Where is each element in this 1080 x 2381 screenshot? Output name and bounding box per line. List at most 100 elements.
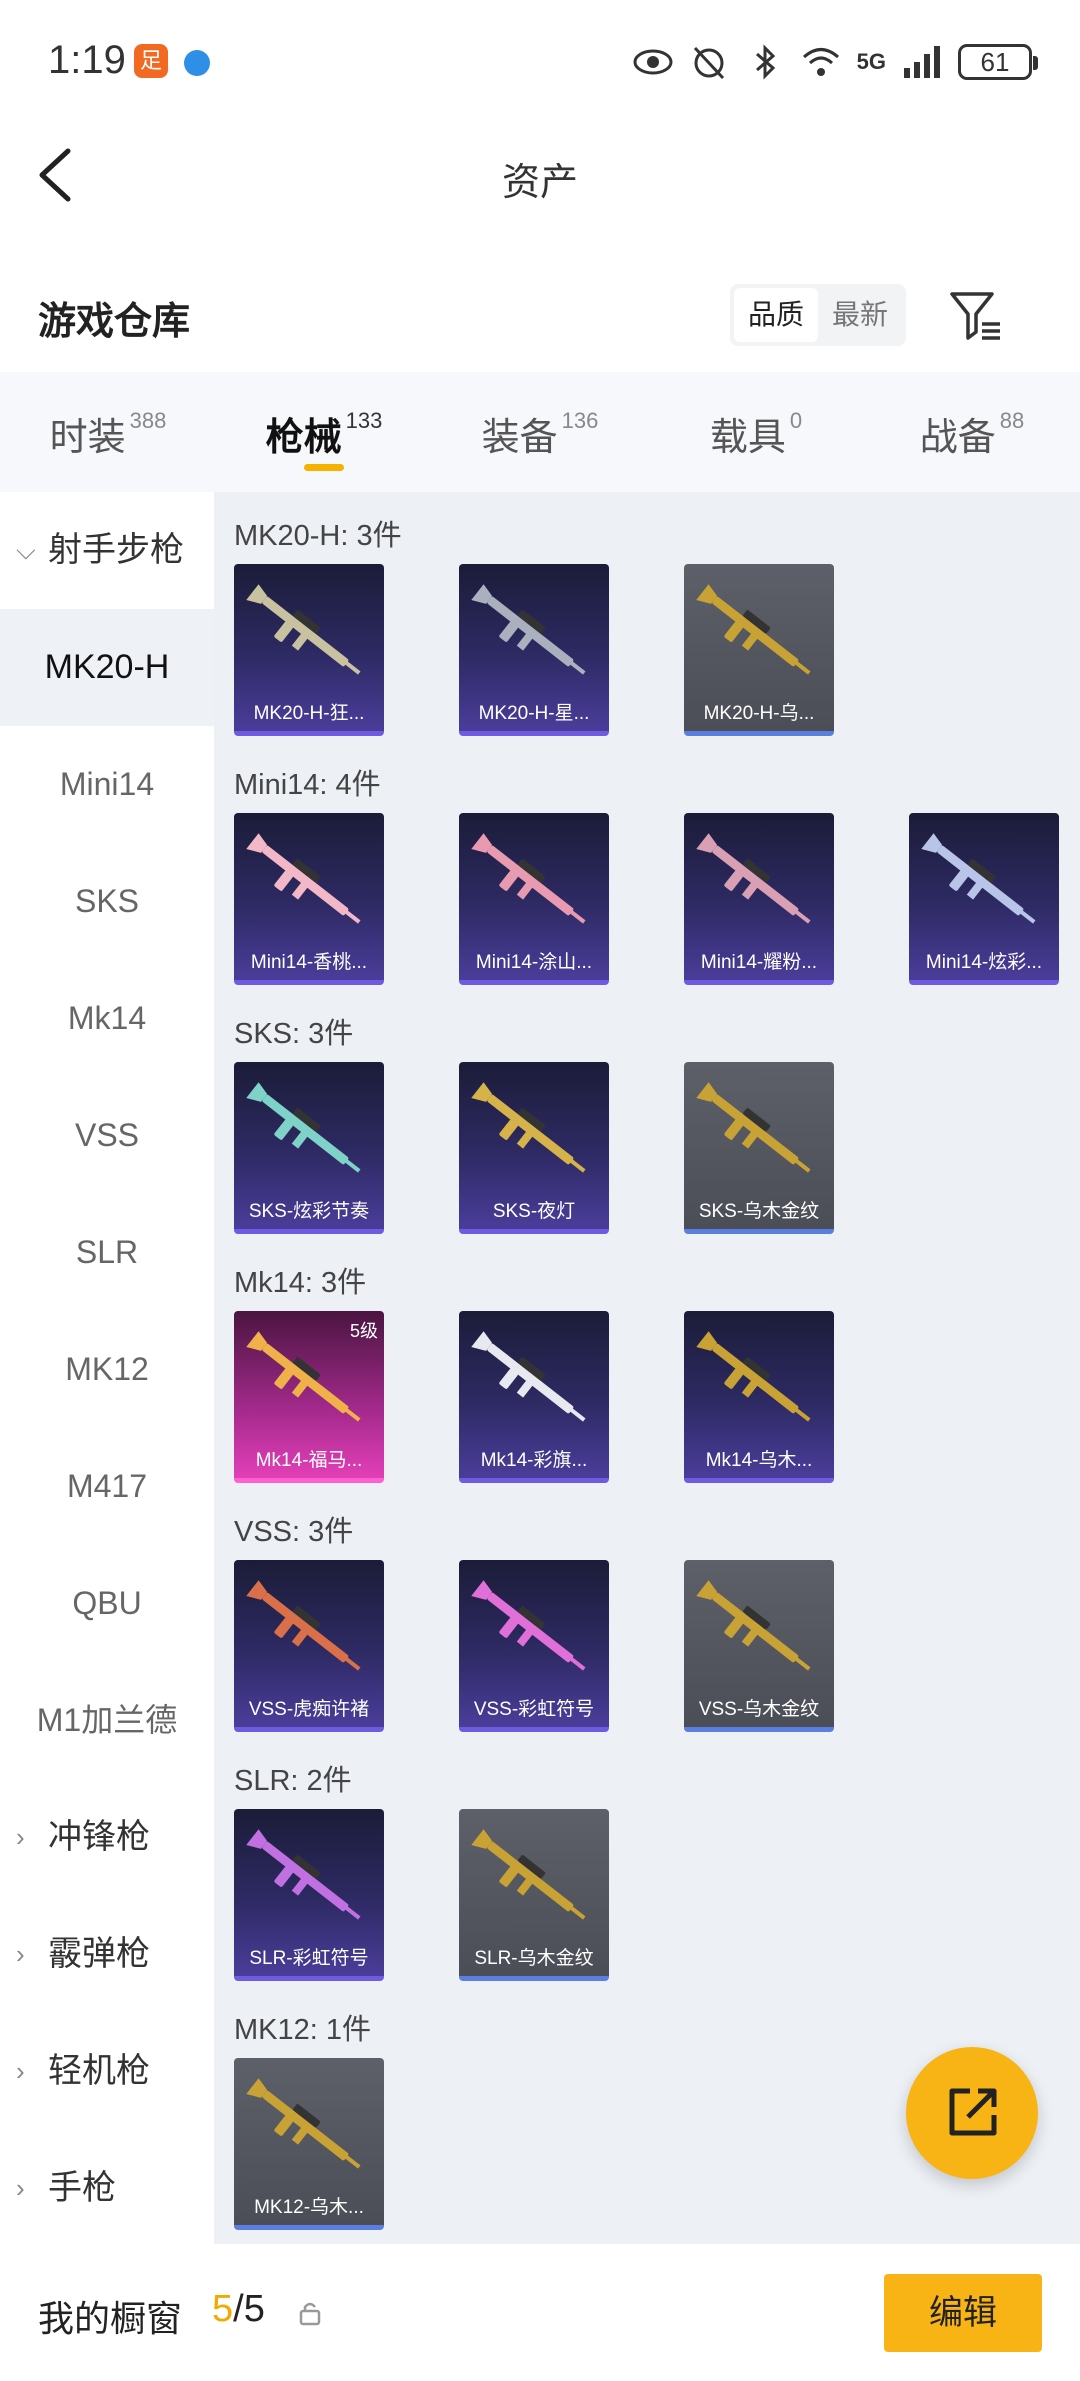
tab-label: 时装 [49,417,126,459]
rifle-icon [696,1580,811,1671]
app-notification-icon: 足 [134,44,168,78]
page-title: 资产 [501,162,578,204]
sidebar-group-lmg[interactable]: › 轻机枪 [0,2013,214,2130]
filter-icon[interactable] [948,288,1004,344]
edit-button[interactable]: 编辑 [884,2274,1042,2352]
weapon-skin-card[interactable]: Mini14-炫彩... [909,813,1059,985]
sidebar-item-vss[interactable]: VSS [0,1077,214,1194]
sidebar-item-m417[interactable]: M417 [0,1428,214,1545]
weapon-skin-card[interactable]: SKS-炫彩节奏 [234,1062,384,1234]
weapon-skin-name: Mk14-福马... [255,1450,363,1471]
weapon-skin-card[interactable]: MK12-乌木... [234,2058,384,2230]
status-bar: 1:19 足 5G 61 [0,0,1080,125]
weapon-skin-card[interactable]: SKS-夜灯 [459,1062,609,1234]
network-type-label: 5G [856,49,886,74]
rifle-icon [696,833,811,924]
weapon-skin-card[interactable]: VSS-乌木金纹 [684,1560,834,1732]
sidebar-item-mk14[interactable]: Mk14 [0,960,214,1077]
sidebar-group-label: 射手步枪 [48,531,184,569]
chevron-right-icon: › [16,2173,25,2203]
sort-newest-button[interactable]: 最新 [818,288,902,342]
tab-firearms[interactable]: 枪械 133 [216,372,432,492]
rifle-icon [696,1082,811,1173]
weapon-skin-name: SKS-乌木金纹 [698,1201,820,1222]
weapon-skin-card[interactable]: Mini14-香桃... [234,813,384,985]
rifle-icon [246,833,361,924]
weapon-skin-card[interactable]: Mk14-乌木... [684,1311,834,1483]
category-tabs: 时装 388 枪械 133 装备 136 载具 0 战备 88 [0,372,1080,492]
weapon-skin-name: SKS-夜灯 [492,1201,576,1222]
sidebar-item-sks[interactable]: SKS [0,843,214,960]
weapon-skin-card[interactable]: SLR-彩虹符号 [234,1809,384,1981]
rifle-icon [921,833,1036,924]
showcase-count: 5/5 [212,2288,265,2331]
rifle-icon [471,1331,586,1422]
rifle-icon [246,1082,361,1173]
sidebar-item-qbu[interactable]: QBU [0,1545,214,1662]
sidebar-group-smg[interactable]: › 冲锋枪 [0,1779,214,1896]
tab-count: 133 [345,408,383,433]
active-tab-indicator [304,464,344,471]
sidebar-item-mini14[interactable]: Mini14 [0,726,214,843]
tab-count: 388 [129,408,167,433]
tab-vehicles[interactable]: 载具 0 [648,372,864,492]
rifle-icon [471,833,586,924]
weapon-skin-name: Mini14-香桃... [250,952,368,973]
weapon-skin-card[interactable]: Mini14-涂山... [459,813,609,985]
sidebar-item-m1-garand[interactable]: M1加兰德 [0,1662,214,1779]
weapon-skin-name: MK20-H-乌... [703,703,815,724]
alarm-off-icon [693,46,724,80]
weapon-skin-card[interactable]: SKS-乌木金纹 [684,1062,834,1234]
group-label: MK12: 1件 [234,2014,371,2046]
showcase-current: 5 [212,2288,234,2330]
weapon-skin-grid: MK20-H: 3件 MK20-H-狂... MK20-H-星... MK20-H-乌… [214,492,1080,2244]
sidebar-item-slr[interactable]: SLR [0,1194,214,1311]
weapon-skin-card[interactable]: Mk14-彩旗... [459,1311,609,1483]
status-time: 1:19 [48,38,126,82]
weapon-skin-card[interactable]: VSS-虎痴许褚 [234,1560,384,1732]
tab-count: 88 [999,408,1025,433]
weapon-skin-name: Mini14-炫彩... [925,952,1043,973]
tab-equipment[interactable]: 装备 136 [432,372,648,492]
weapon-skin-card[interactable]: 5级 Mk14-福马... [234,1311,384,1483]
tab-label: 装备 [481,417,558,459]
tab-fashion[interactable]: 时装 388 [0,372,216,492]
sidebar-item-mk12[interactable]: MK12 [0,1311,214,1428]
sidebar-group-marksman-rifles[interactable]: ⌵ 射手步枪 [0,492,214,609]
share-button[interactable] [906,2047,1038,2179]
weapon-skin-name: SLR-乌木金纹 [474,1948,594,1969]
weapon-skin-card[interactable]: Mini14-耀粉... [684,813,834,985]
rifle-icon [471,1082,586,1173]
tab-label: 枪械 [265,417,342,459]
group-label: Mk14: 3件 [234,1267,367,1299]
tab-supplies[interactable]: 战备 88 [864,372,1080,492]
weapon-skin-name: Mini14-耀粉... [700,952,818,973]
sidebar-group-pistol[interactable]: › 手枪 [0,2130,214,2247]
sidebar-group-shotgun[interactable]: › 霰弹枪 [0,1896,214,2013]
sidebar-group-label: 手枪 [48,2169,116,2207]
tab-count: 0 [789,408,803,433]
rifle-icon [246,1580,361,1671]
weapon-skin-card[interactable]: SLR-乌木金纹 [459,1809,609,1981]
weapon-skin-card[interactable]: MK20-H-狂... [234,564,384,736]
weapon-skin-card[interactable]: VSS-彩虹符号 [459,1560,609,1732]
chevron-right-icon: › [16,1822,25,1852]
weapon-skin-name: MK12-乌木... [254,2197,364,2218]
warehouse-header: 游戏仓库 品质 最新 [0,270,1080,360]
title-bar: 资产 [0,125,1080,225]
tab-label: 战备 [919,417,996,459]
rifle-icon [471,584,586,675]
weapon-skin-card[interactable]: MK20-H-星... [459,564,609,736]
rifle-icon [696,1331,811,1422]
sort-quality-button[interactable]: 品质 [734,288,818,342]
battery-indicator: 61 [958,44,1038,80]
tab-count: 136 [561,408,599,433]
rifle-icon [246,584,361,675]
section-title: 游戏仓库 [38,301,191,343]
weapon-skin-name: Mk14-乌木... [705,1450,813,1471]
rifle-icon [246,2078,361,2169]
sidebar-item-mk20h[interactable]: MK20-H [0,609,214,726]
showcase-label: 我的橱窗 [38,2298,183,2339]
weapon-skin-card[interactable]: MK20-H-乌... [684,564,834,736]
rifle-icon [471,1829,586,1920]
